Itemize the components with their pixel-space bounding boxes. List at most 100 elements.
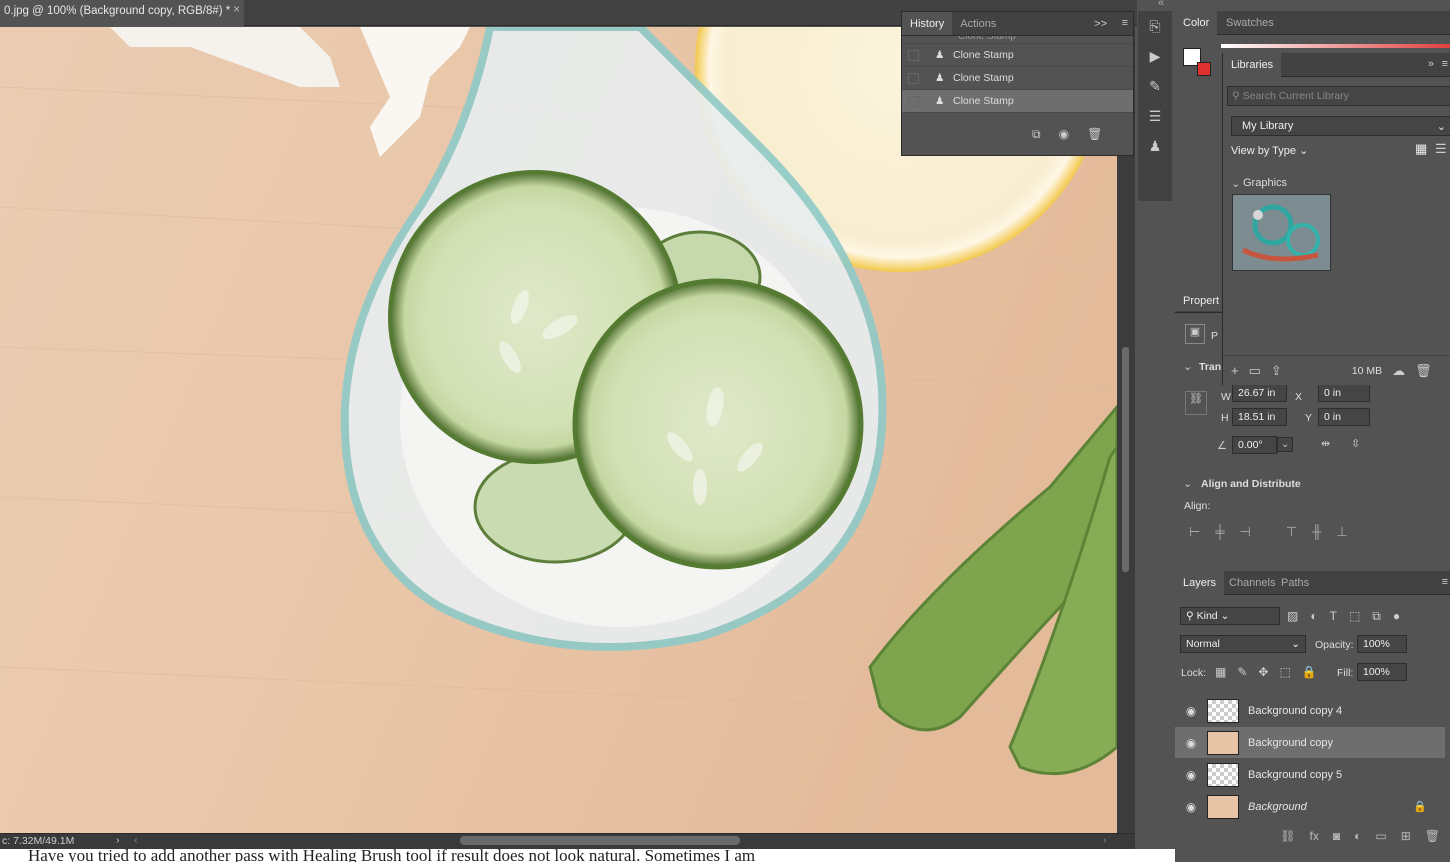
scroll-thumb[interactable] <box>1122 347 1129 572</box>
folder-icon[interactable]: ▭ <box>1375 829 1386 843</box>
opacity-field[interactable]: 100% <box>1357 635 1407 653</box>
chevron-down-icon[interactable]: ⌄ <box>1183 360 1192 373</box>
upload-icon[interactable]: ⇪ <box>1271 363 1282 379</box>
history-panel-icon[interactable]: ⎘ <box>1138 11 1172 41</box>
angle-dropdown-icon[interactable]: ⌄ <box>1277 437 1294 452</box>
layer-row[interactable]: ◉ Background 🔒 <box>1175 791 1445 822</box>
lock-artboard-icon[interactable]: ⬚ <box>1279 665 1290 679</box>
blend-mode-select[interactable]: Normal ⌄ <box>1180 635 1306 653</box>
lock-all-icon[interactable]: 🔒 <box>1302 665 1317 679</box>
y-field[interactable]: 0 in <box>1318 408 1370 426</box>
history-item[interactable]: ♟ Clone Stamp <box>902 67 1133 90</box>
tab-libraries[interactable]: Libraries <box>1223 53 1282 77</box>
width-field[interactable]: 26.67 in <box>1232 384 1287 402</box>
tab-actions[interactable]: Actions <box>952 12 1004 35</box>
brush-icon[interactable]: ✎ <box>1138 71 1172 101</box>
visibility-eye-icon[interactable]: ◉ <box>1175 736 1207 750</box>
scroll-left-icon[interactable]: ‹ <box>134 834 138 846</box>
cloud-icon[interactable]: ☁ <box>1392 363 1405 379</box>
lock-transparent-icon[interactable]: ▦ <box>1215 665 1226 679</box>
scroll-right-icon[interactable]: › <box>1103 834 1107 846</box>
layer-row-selected[interactable]: ◉ Background copy <box>1175 727 1445 758</box>
clone-source-icon[interactable]: ♟ <box>1138 131 1172 161</box>
close-icon[interactable]: × <box>233 4 240 16</box>
align-right-icon[interactable]: ⊣ <box>1240 524 1251 540</box>
view-by-select[interactable]: View by Type ⌄ <box>1231 144 1308 157</box>
tab-paths[interactable]: Paths <box>1273 571 1317 595</box>
panel-menu-icon[interactable]: ≡ <box>1442 58 1448 70</box>
lock-position-icon[interactable]: ✥ <box>1258 665 1268 679</box>
snapshot-checkbox[interactable] <box>908 95 919 107</box>
clone-stamp-icon: ♟ <box>935 49 945 61</box>
snapshot-checkbox[interactable] <box>908 49 919 61</box>
chevron-down-icon[interactable]: ⌄ <box>1183 477 1192 490</box>
history-item[interactable]: ♟ Clone Stamp <box>902 44 1133 67</box>
snapshot-checkbox[interactable] <box>908 72 919 84</box>
filter-kind-select[interactable]: ⚲ Kind ⌄ <box>1180 607 1280 625</box>
tab-swatches[interactable]: Swatches <box>1218 11 1282 35</box>
link-layers-icon[interactable]: ⛓ <box>1280 829 1295 843</box>
visibility-eye-icon[interactable]: ◉ <box>1175 768 1207 782</box>
chevron-down-icon[interactable]: ⌄ <box>1231 177 1240 190</box>
trash-icon[interactable]: 🗑 <box>1425 829 1440 843</box>
background-color-swatch[interactable] <box>1197 62 1211 76</box>
align-left-icon[interactable]: ⊢ <box>1189 524 1200 540</box>
align-top-icon[interactable]: ⊤ <box>1286 524 1297 540</box>
fx-icon[interactable]: fx <box>1310 829 1319 843</box>
panel-menu-icon[interactable]: ≡ <box>1442 576 1448 588</box>
graphic-thumbnail[interactable] <box>1232 194 1331 271</box>
align-middle-v-icon[interactable]: ╫ <box>1312 524 1321 540</box>
play-icon[interactable]: ▶ <box>1138 41 1172 71</box>
folder-icon[interactable]: ▭ <box>1249 363 1261 379</box>
collapse-panel-icon[interactable]: » <box>1428 58 1434 70</box>
layer-mask-icon[interactable]: ◙ <box>1333 829 1340 843</box>
collapse-dock-icon[interactable]: « <box>1158 0 1164 9</box>
layer-row[interactable]: ◉ Background copy 4 <box>1175 695 1445 726</box>
grid-view-icon[interactable]: ▦ <box>1415 141 1427 157</box>
filter-shape-icon[interactable]: ⬚ <box>1349 609 1360 624</box>
history-item-selected[interactable]: ♟ Clone Stamp <box>902 90 1133 113</box>
library-search-input[interactable]: ⚲ Search Current Library <box>1227 86 1450 106</box>
x-field[interactable]: 0 in <box>1318 384 1370 402</box>
collapse-panel-icon[interactable]: >> <box>1094 18 1107 30</box>
link-icon[interactable]: ⛓ <box>1185 391 1207 415</box>
camera-icon[interactable]: ◉ <box>1059 127 1069 142</box>
visibility-eye-icon[interactable]: ◉ <box>1175 800 1207 814</box>
fill-label: Fill: <box>1337 667 1354 679</box>
align-center-h-icon[interactable]: ╪ <box>1215 524 1224 540</box>
new-document-from-state-icon[interactable]: ⧉ <box>1032 127 1041 142</box>
filter-toggle-icon[interactable]: ● <box>1393 609 1400 624</box>
add-icon[interactable]: + <box>1231 363 1239 378</box>
library-select[interactable]: My Library ⌄ <box>1231 116 1450 136</box>
panel-menu-icon[interactable]: ≡ <box>1122 17 1128 29</box>
horizontal-scroll-thumb[interactable] <box>460 836 740 845</box>
height-field[interactable]: 18.51 in <box>1232 408 1287 426</box>
adjustments-icon[interactable]: ☰ <box>1138 101 1172 131</box>
visibility-eye-icon[interactable]: ◉ <box>1175 704 1207 718</box>
search-icon: ⚲ <box>1232 90 1243 102</box>
color-ramp[interactable] <box>1221 44 1450 48</box>
align-bottom-icon[interactable]: ⊥ <box>1336 524 1347 540</box>
document-tab[interactable]: 0.jpg @ 100% (Background copy, RGB/8#) *… <box>0 0 244 26</box>
trash-icon[interactable]: 🗑 <box>1415 363 1432 379</box>
filter-type-icon[interactable]: T <box>1330 609 1337 624</box>
tab-color[interactable]: Color <box>1175 11 1218 35</box>
clone-stamp-icon: ♟ <box>935 72 945 84</box>
status-menu-arrow-icon[interactable]: › <box>116 834 120 846</box>
tab-layers[interactable]: Layers <box>1175 571 1225 595</box>
fill-field[interactable]: 100% <box>1357 663 1407 681</box>
trash-icon[interactable]: 🗑 <box>1087 127 1102 142</box>
lock-pixels-icon[interactable]: ✎ <box>1237 665 1247 679</box>
tab-properties[interactable]: Propert <box>1175 291 1228 311</box>
angle-field[interactable]: 0.00° <box>1232 436 1277 454</box>
layer-row[interactable]: ◉ Background copy 5 <box>1175 759 1445 790</box>
flip-vertical-icon[interactable]: ⇳ <box>1351 437 1360 450</box>
filter-pixel-icon[interactable]: ▨ <box>1287 609 1298 624</box>
adjustment-layer-icon[interactable]: ◐ <box>1354 829 1361 843</box>
filter-adjustment-icon[interactable]: ◐ <box>1310 609 1317 624</box>
list-view-icon[interactable]: ☰ <box>1435 141 1447 157</box>
new-layer-icon[interactable]: ⊞ <box>1401 829 1411 843</box>
filter-smart-object-icon[interactable]: ⧉ <box>1372 609 1381 624</box>
flip-horizontal-icon[interactable]: ⇹ <box>1321 437 1330 450</box>
tab-history[interactable]: History <box>902 12 953 35</box>
